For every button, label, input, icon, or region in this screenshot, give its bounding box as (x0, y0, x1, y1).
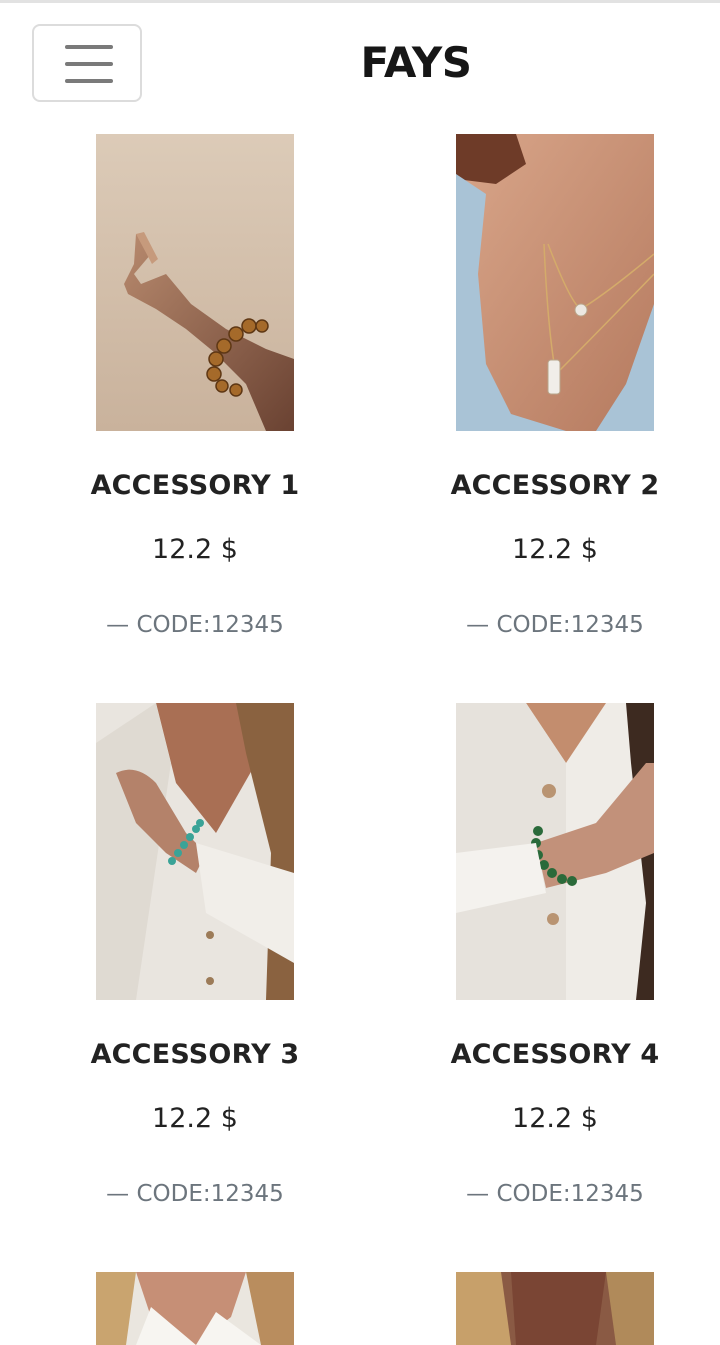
product-code: — CODE:12345 (35, 612, 355, 638)
product-image[interactable] (456, 703, 654, 1000)
code-value: CODE:12345 (136, 1181, 284, 1207)
product-price: 12.2 $ (152, 534, 238, 565)
menu-toggle-button[interactable] (32, 24, 142, 102)
product-image[interactable] (96, 703, 294, 1000)
product-name[interactable]: ACCESSORY 3 (35, 1039, 355, 1070)
product-price: 12.2 $ (152, 1103, 238, 1134)
product-price: 12.2 $ (512, 534, 598, 565)
hamburger-menu-icon (65, 45, 113, 49)
product-code: — CODE:12345 (35, 1181, 355, 1207)
product-image[interactable] (96, 134, 294, 431)
code-dash: — (106, 1181, 130, 1207)
code-dash: — (466, 612, 490, 638)
code-value: CODE:12345 (136, 612, 284, 638)
code-value: CODE:12345 (496, 1181, 644, 1207)
brand-logo-text[interactable]: FAYS (316, 35, 516, 91)
product-name[interactable]: ACCESSORY 2 (395, 470, 715, 501)
hamburger-menu-icon-bar (65, 62, 113, 66)
code-value: CODE:12345 (496, 612, 644, 638)
product-name[interactable]: ACCESSORY 4 (395, 1039, 715, 1070)
product-price: 12.2 $ (512, 1103, 598, 1134)
hamburger-menu-icon-bar (65, 79, 113, 83)
code-dash: — (106, 612, 130, 638)
product-image[interactable] (456, 134, 654, 431)
product-code: — CODE:12345 (395, 1181, 715, 1207)
navbar: FAYS (0, 3, 720, 123)
product-name[interactable]: ACCESSORY 1 (35, 470, 355, 501)
product-image[interactable] (96, 1272, 294, 1345)
code-dash: — (466, 1181, 490, 1207)
product-image[interactable] (456, 1272, 654, 1345)
product-code: — CODE:12345 (395, 612, 715, 638)
